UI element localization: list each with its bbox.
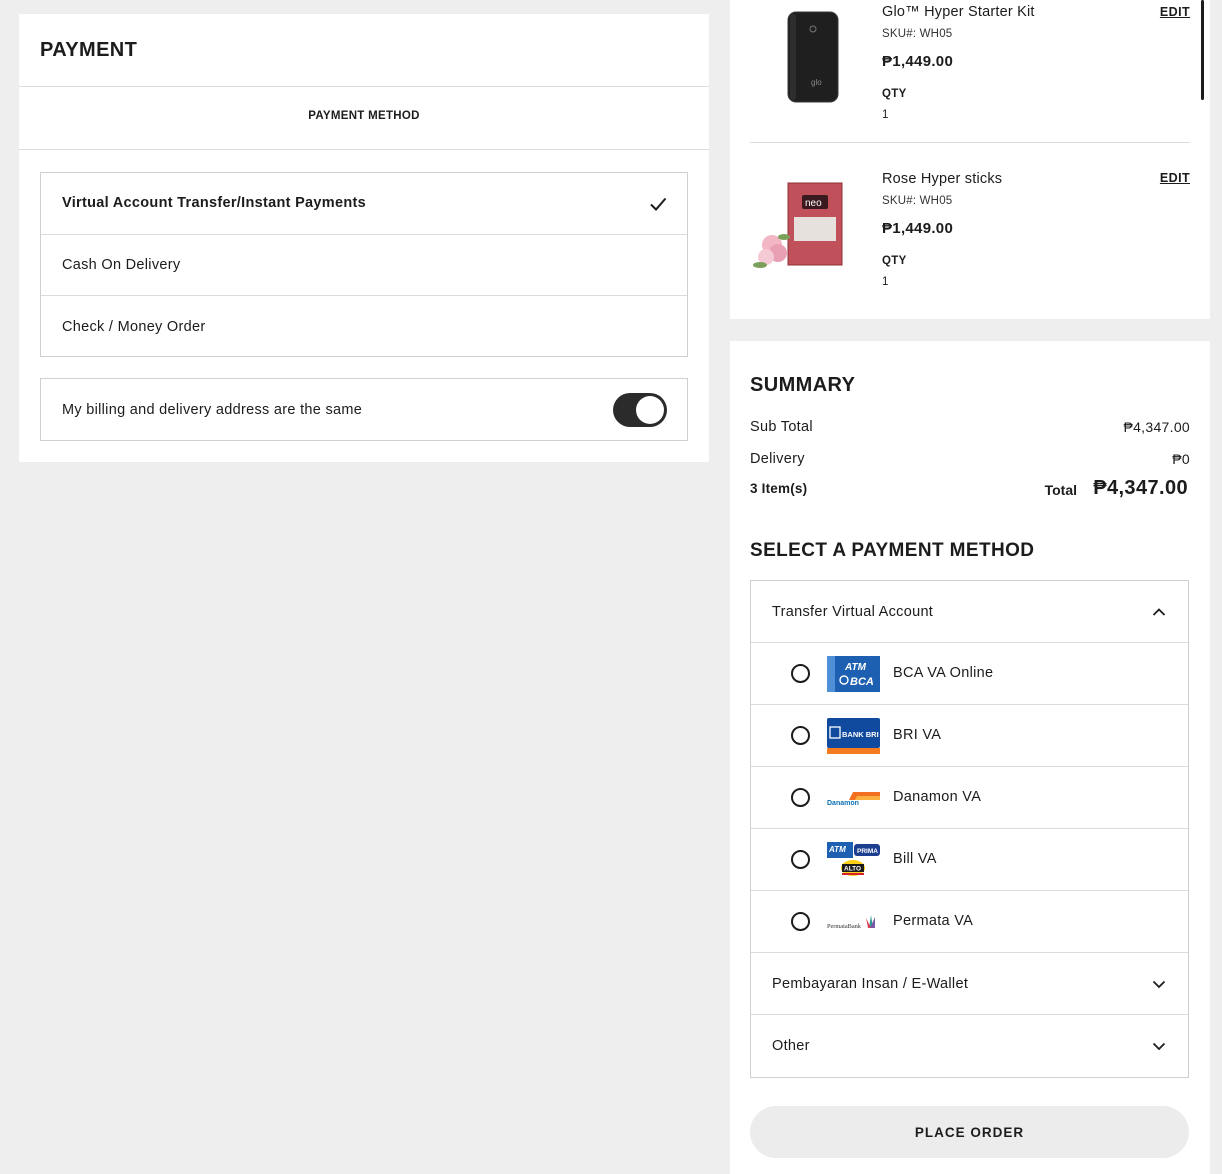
bank-name: Bill VA — [893, 851, 937, 867]
bank-bri-logo: BANK BRI — [827, 718, 880, 754]
bank-option-bill[interactable]: ATM PRIMA ALTO Bill VA — [751, 829, 1188, 891]
bank-name: Danamon VA — [893, 789, 982, 805]
group-label: Pembayaran Insan / E-Wallet — [772, 975, 969, 992]
group-label: Transfer Virtual Account — [772, 603, 934, 620]
bank-name: BCA VA Online — [893, 665, 994, 681]
bank-option-bri[interactable]: BANK BRI BRI VA — [751, 705, 1188, 767]
svg-text:neo: neo — [805, 198, 822, 209]
atm-bca-logo: ATM BCA — [827, 656, 880, 692]
toggle-knob — [636, 396, 664, 424]
payment-panel: PAYMENT PAYMENT METHOD Virtual Account T… — [19, 14, 709, 462]
bank-option-bca[interactable]: ATM BCA BCA VA Online — [751, 643, 1188, 705]
select-payment-title: SELECT A PAYMENT METHOD — [750, 540, 1035, 561]
item-name: Rose Hyper sticks — [882, 171, 1003, 187]
delivery-value: ₱0 — [1172, 451, 1190, 467]
divider — [19, 86, 709, 87]
svg-text:PRIMA: PRIMA — [857, 848, 878, 855]
bank-option-danamon[interactable]: Danamon Danamon VA — [751, 767, 1188, 829]
radio-button[interactable] — [791, 664, 810, 683]
payment-option-virtual-account[interactable]: Virtual Account Transfer/Instant Payment… — [41, 173, 687, 235]
atm-bersama-prima-alto-logo: ATM PRIMA ALTO — [827, 842, 880, 878]
summary-title: SUMMARY — [750, 374, 856, 396]
subtotal-label: Sub Total — [750, 419, 813, 435]
group-e-wallet[interactable]: Pembayaran Insan / E-Wallet — [751, 953, 1188, 1015]
item-price: ₱1,449.00 — [882, 220, 954, 237]
svg-text:BCA: BCA — [850, 676, 874, 688]
item-qty-label: QTY — [882, 255, 907, 267]
tab-payment-method[interactable]: PAYMENT METHOD — [19, 110, 709, 122]
radio-button[interactable] — [791, 788, 810, 807]
item-qty: 1 — [882, 109, 889, 121]
svg-text:BANK BRI: BANK BRI — [842, 730, 879, 739]
glo-device-thumbnail: glo — [750, 0, 874, 124]
permata-bank-logo: PermataBank — [827, 904, 880, 940]
svg-text:ALTO: ALTO — [844, 866, 861, 873]
same-address-toggle[interactable] — [613, 393, 667, 427]
chevron-down-icon — [1152, 980, 1166, 989]
svg-text:Danamon: Danamon — [827, 800, 859, 807]
checkmark-icon — [650, 197, 667, 211]
same-address-label: My billing and delivery address are the … — [62, 401, 363, 418]
cart-item: neo Rose Hyper sticks SKU#: WH05 ₱1,449.… — [750, 152, 1190, 294]
bank-option-permata[interactable]: PermataBank Permata VA — [751, 891, 1188, 953]
item-sku: SKU#: WH05 — [882, 28, 953, 40]
same-address-row: My billing and delivery address are the … — [40, 378, 688, 441]
group-label: Other — [772, 1038, 810, 1054]
payment-title: PAYMENT — [40, 39, 138, 61]
payment-method-list: Transfer Virtual Account ATM BCA BCA VA … — [750, 580, 1189, 1078]
cart-item: glo Glo™ Hyper Starter Kit SKU#: WH05 ₱1… — [750, 0, 1190, 142]
chevron-up-icon — [1152, 608, 1166, 616]
group-other[interactable]: Other — [751, 1015, 1188, 1077]
cart-panel: glo Glo™ Hyper Starter Kit SKU#: WH05 ₱1… — [730, 0, 1210, 319]
payment-option-check-money-order[interactable]: Check / Money Order — [41, 296, 687, 358]
item-sku: SKU#: WH05 — [882, 195, 953, 207]
bank-name: Permata VA — [893, 913, 974, 929]
item-price: ₱1,449.00 — [882, 53, 954, 70]
radio-button[interactable] — [791, 726, 810, 745]
place-order-button[interactable]: PLACE ORDER — [750, 1106, 1189, 1158]
divider — [750, 142, 1190, 143]
payment-option-label: Virtual Account Transfer/Instant Payment… — [62, 195, 366, 212]
item-count: 3 Item(s) — [750, 481, 808, 496]
summary-panel: SUMMARY Sub Total ₱4,347.00 Delivery ₱0 … — [730, 341, 1210, 1174]
subtotal-value: ₱4,347.00 — [1123, 419, 1190, 435]
svg-text:ATM: ATM — [844, 662, 867, 673]
svg-text:ATM: ATM — [828, 845, 846, 854]
item-qty: 1 — [882, 276, 889, 288]
payment-option-cash-on-delivery[interactable]: Cash On Delivery — [41, 235, 687, 296]
svg-text:PermataBank: PermataBank — [827, 923, 862, 930]
payment-option-label: Cash On Delivery — [62, 256, 181, 273]
total-value: ₱4,347.00 — [1093, 477, 1188, 499]
payment-options: Virtual Account Transfer/Instant Payment… — [40, 172, 688, 357]
item-qty-label: QTY — [882, 88, 907, 100]
item-name: Glo™ Hyper Starter Kit — [882, 4, 1035, 20]
svg-text:glo: glo — [811, 78, 822, 87]
divider — [19, 149, 709, 150]
radio-button[interactable] — [791, 850, 810, 869]
chevron-down-icon — [1152, 1042, 1166, 1051]
danamon-logo: Danamon — [827, 780, 880, 816]
payment-option-label: Check / Money Order — [62, 318, 206, 335]
subtotal-row: Sub Total ₱4,347.00 — [750, 419, 1190, 435]
delivery-label: Delivery — [750, 451, 805, 467]
cart-scrollbar[interactable] — [1201, 0, 1204, 100]
neo-rose-pack-thumbnail: neo — [750, 161, 874, 285]
group-transfer-virtual-account[interactable]: Transfer Virtual Account — [751, 581, 1188, 643]
radio-button[interactable] — [791, 912, 810, 931]
bank-name: BRI VA — [893, 727, 942, 743]
edit-link[interactable]: EDIT — [1160, 5, 1190, 19]
edit-link[interactable]: EDIT — [1160, 171, 1190, 185]
total-label: Total — [1044, 482, 1077, 498]
delivery-row: Delivery ₱0 — [750, 451, 1190, 467]
